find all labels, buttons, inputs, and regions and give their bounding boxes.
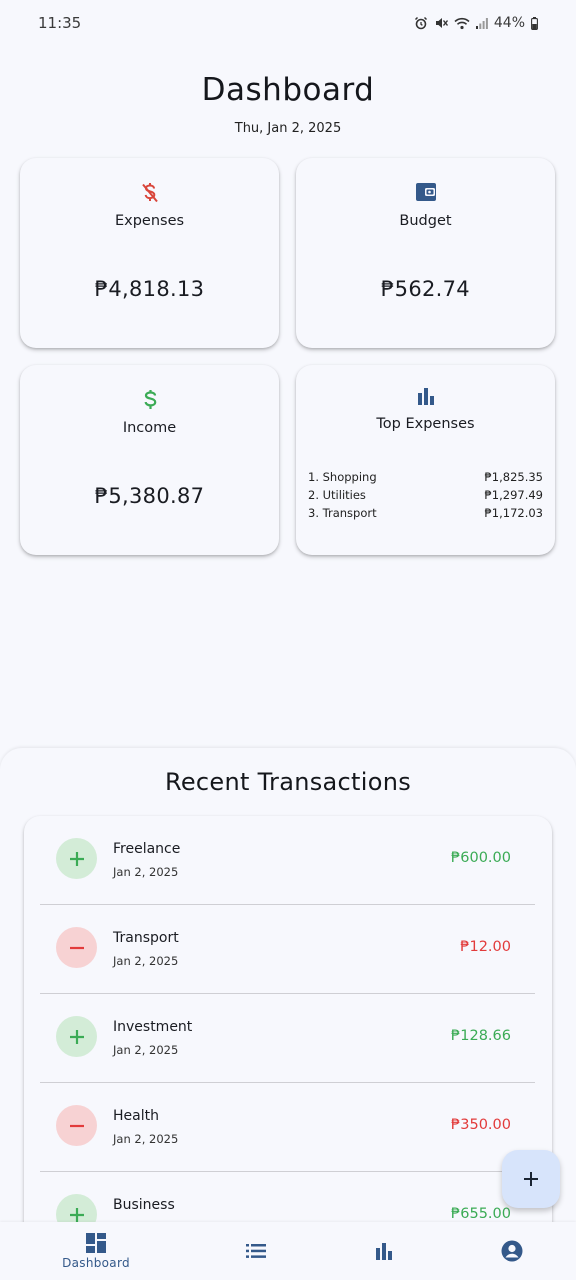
expenses-label: Expenses [114,213,185,229]
bottom-navigation: Dashboard [0,1222,576,1280]
nav-item-transactions[interactable] [184,1222,328,1280]
battery-icon [531,16,538,30]
money-off-icon [20,182,279,204]
transaction-name: Investment [113,1019,193,1035]
top-expense-name: 1. Shopping [308,470,377,484]
transaction-date: Jan 2, 2025 [113,1132,179,1146]
top-expense-name: 3. Transport [308,506,377,520]
top-expense-name: 2. Utilities [308,488,366,502]
bar-chart-icon [296,387,555,405]
budget-card[interactable]: Budget ₱562.74 [296,158,555,348]
budget-value: ₱562.74 [381,277,470,301]
transaction-name: Freelance [113,841,181,857]
transaction-date: Jan 2, 2025 [113,865,179,879]
bar-chart-icon [376,1243,392,1260]
transactions-list[interactable]: Freelance Jan 2, 2025 ₱600.00 Transport … [24,816,552,1236]
signal-icon [475,17,488,29]
top-expenses-card[interactable]: Top Expenses 1. Shopping ₱1,825.35 2. Ut… [296,365,555,555]
budget-label: Budget [399,213,452,229]
wallet-icon [296,182,555,202]
expenses-value: ₱4,818.13 [94,277,205,301]
plus-icon [56,838,97,879]
income-card[interactable]: Income ₱5,380.87 [20,365,279,555]
list-icon [246,1244,266,1258]
income-value: ₱5,380.87 [94,484,205,508]
transaction-date: Jan 2, 2025 [113,1043,179,1057]
transaction-row[interactable]: Health Jan 2, 2025 ₱350.00 [40,1083,535,1172]
transaction-name: Health [113,1108,159,1124]
status-icons: 44% [414,15,538,31]
status-bar: 11:35 44% [0,0,576,46]
battery-percent: 44% [493,15,525,31]
top-expenses-list: 1. Shopping ₱1,825.35 2. Utilities ₱1,29… [308,468,543,522]
page-date: Thu, Jan 2, 2025 [234,121,342,136]
nav-label-dashboard: Dashboard [62,1255,130,1270]
recent-transactions-title: Recent Transactions [164,768,412,796]
top-expenses-label: Top Expenses [376,416,475,432]
transaction-row[interactable]: Transport Jan 2, 2025 ₱12.00 [40,905,535,994]
transaction-amount: ₱128.66 [451,1028,511,1044]
wifi-icon [454,17,470,30]
plus-icon [524,1172,538,1186]
expenses-card[interactable]: Expenses ₱4,818.13 [20,158,279,348]
transaction-amount: ₱12.00 [460,939,511,955]
nav-item-reports[interactable] [312,1222,456,1280]
top-expense-amount: ₱1,172.03 [484,506,543,520]
dashboard-icon [86,1232,106,1253]
page-title: Dashboard [201,72,375,108]
transaction-amount: ₱655.00 [451,1206,511,1222]
transaction-amount: ₱600.00 [451,850,511,866]
dollar-icon [20,389,279,411]
minus-icon [56,927,97,968]
transaction-row[interactable]: Investment Jan 2, 2025 ₱128.66 [40,994,535,1083]
transaction-amount: ₱350.00 [451,1117,511,1133]
transaction-date: Jan 2, 2025 [113,954,179,968]
minus-icon [56,1105,97,1146]
account-circle-icon [501,1240,523,1262]
status-time: 11:35 [38,14,82,32]
income-label: Income [122,420,177,436]
nav-item-profile[interactable] [440,1222,576,1280]
mute-icon [434,16,448,30]
top-expense-amount: ₱1,825.35 [484,470,543,484]
transaction-name: Business [113,1197,175,1213]
transaction-name: Transport [113,930,179,946]
plus-icon [56,1016,97,1057]
top-expense-row: 3. Transport ₱1,172.03 [308,504,543,522]
top-expense-row: 1. Shopping ₱1,825.35 [308,468,543,486]
top-expense-row: 2. Utilities ₱1,297.49 [308,486,543,504]
nav-item-dashboard[interactable]: Dashboard [24,1222,168,1280]
top-expense-amount: ₱1,297.49 [484,488,543,502]
transaction-row[interactable]: Freelance Jan 2, 2025 ₱600.00 [40,816,535,905]
alarm-icon [414,16,428,30]
add-transaction-button[interactable] [502,1150,560,1208]
